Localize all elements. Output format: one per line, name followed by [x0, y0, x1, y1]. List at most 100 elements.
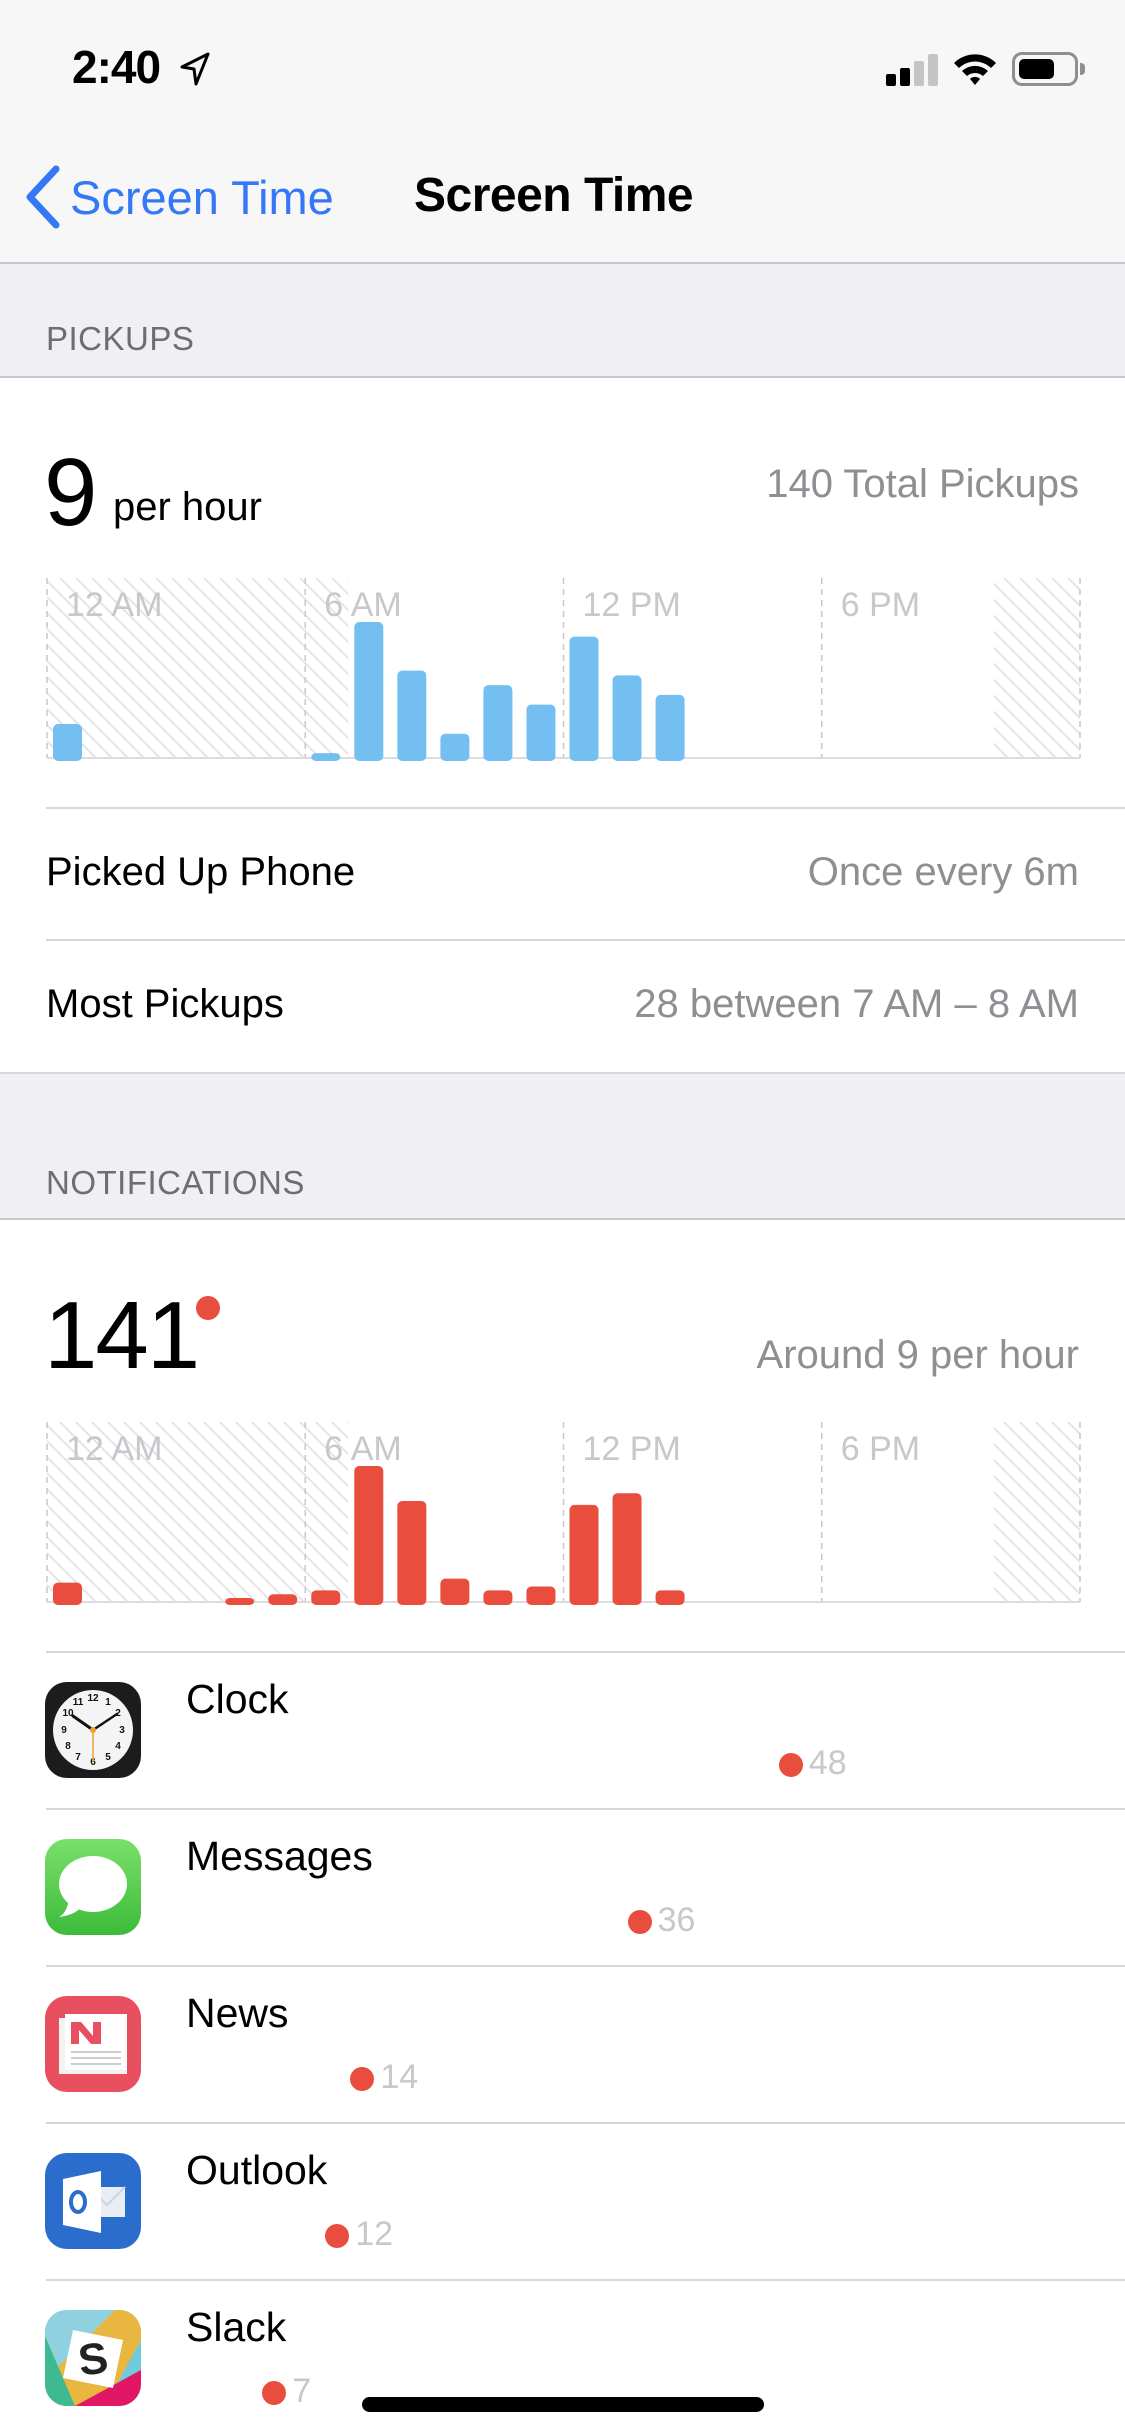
notification-dot-icon	[196, 1296, 220, 1320]
tick-label: 12 AM	[66, 586, 162, 624]
bar-hour-12[interactable]	[569, 1504, 599, 1605]
app-row-clock[interactable]: 121234567891011 Clock48	[0, 1652, 1125, 1809]
notifications-chart: 12 AM 6 AM 12 PM 6 PM	[0, 1410, 1125, 1610]
wifi-icon	[954, 54, 996, 85]
bar-hour-10[interactable]	[483, 1590, 513, 1605]
slack-app-icon: S	[45, 2310, 141, 2406]
notification-count: 12	[355, 2215, 394, 2253]
back-button-label: Screen Time	[70, 170, 334, 224]
app-name: Outlook	[186, 2147, 328, 2193]
notifications-rate: Around 9 per hour	[756, 1333, 1079, 1377]
tick-label: 6 PM	[841, 586, 920, 624]
bar-hour-13[interactable]	[612, 1493, 642, 1605]
app-name: Messages	[186, 1833, 373, 1879]
most-pickups-row: Most Pickups 28 between 7 AM – 8 AM	[0, 942, 1125, 1072]
clock-app-icon: 121234567891011	[45, 1682, 141, 1778]
total-pickups: 140 Total Pickups	[766, 462, 1079, 506]
divider	[46, 807, 1125, 809]
back-button[interactable]: Screen Time	[24, 162, 334, 232]
pickups-section-header: PICKUPS	[0, 264, 1125, 378]
bar-hour-7[interactable]	[354, 1466, 384, 1605]
notification-dot-icon	[350, 2067, 375, 2091]
tick-label: 6 AM	[324, 1430, 401, 1468]
notification-dot-icon	[325, 2224, 350, 2248]
bar-hour-8[interactable]	[397, 670, 427, 761]
bar-hour-14[interactable]	[655, 694, 685, 761]
bar-hour-0[interactable]	[53, 1582, 82, 1605]
messages-app-icon	[45, 1839, 141, 1935]
bar-hour-6[interactable]	[311, 1590, 341, 1605]
notification-count: 14	[380, 2058, 419, 2096]
svg-text:9: 9	[61, 1725, 67, 1736]
bar-hour-9[interactable]	[440, 733, 470, 761]
svg-text:3: 3	[119, 1725, 125, 1736]
navigation-bar: 2:40 Screen Time Screen Time	[0, 0, 1125, 264]
tick-label: 6 PM	[841, 1430, 920, 1468]
svg-text:8: 8	[65, 1741, 71, 1752]
pickups-header-label: PICKUPS	[46, 320, 195, 357]
svg-text:7: 7	[75, 1752, 81, 1763]
stat-label: Most Pickups	[46, 982, 284, 1026]
bar-hour-7[interactable]	[354, 622, 384, 761]
pickups-rate-value: 9	[44, 439, 97, 546]
svg-text:11: 11	[73, 1697, 84, 1708]
svg-text:5: 5	[105, 1752, 111, 1763]
app-row-slack[interactable]: S Slack 7	[0, 2280, 1125, 2436]
svg-text:4: 4	[115, 1741, 121, 1752]
bar-hour-8[interactable]	[397, 1500, 427, 1605]
notifications-header-label: NOTIFICATIONS	[46, 1164, 305, 1201]
bar-hour-6[interactable]	[311, 753, 341, 761]
picked-up-phone-row: Picked Up Phone Once every 6m	[0, 810, 1125, 940]
app-row-news[interactable]: News 14	[0, 1966, 1125, 2123]
home-indicator[interactable]	[362, 2397, 764, 2412]
downtime-region	[993, 1422, 1080, 1602]
bar-hour-14[interactable]	[655, 1590, 685, 1605]
svg-text:10: 10	[62, 1708, 74, 1719]
battery-level	[1019, 59, 1055, 79]
tick-label: 6 AM	[324, 586, 401, 624]
svg-text:1: 1	[105, 1697, 111, 1708]
stat-value: Once every 6m	[807, 850, 1079, 894]
bar-hour-4[interactable]	[225, 1598, 255, 1605]
bar-hour-11[interactable]	[526, 1586, 556, 1605]
notifications-section-header: NOTIFICATIONS	[0, 1072, 1125, 1220]
notification-dot-icon	[778, 1753, 803, 1777]
app-name: News	[186, 1990, 289, 2036]
page-title: Screen Time	[414, 169, 694, 222]
app-name: Slack	[186, 2304, 287, 2350]
battery-icon	[1012, 52, 1078, 86]
bar-hour-5[interactable]	[268, 1594, 298, 1605]
status-time: 2:40	[72, 41, 161, 93]
bar-hour-12[interactable]	[569, 636, 599, 761]
bar-hour-10[interactable]	[483, 685, 513, 761]
app-name: Clock	[186, 1676, 289, 1722]
bar-hour-9[interactable]	[440, 1578, 470, 1605]
pickups-chart: 12 AM 6 AM 12 PM 6 PM	[0, 566, 1125, 766]
outlook-app-icon	[45, 2153, 141, 2249]
svg-text:12: 12	[87, 1693, 99, 1704]
app-row-outlook[interactable]: Outlook 12	[0, 2123, 1125, 2280]
pickups-rate-unit: per hour	[113, 485, 262, 529]
bar-hour-11[interactable]	[526, 704, 556, 761]
stat-label: Picked Up Phone	[46, 850, 356, 894]
app-row-messages[interactable]: Messages 36	[0, 1809, 1125, 1966]
notification-count: 48	[808, 1744, 847, 1782]
chart-svg: 12 AM 6 AM 12 PM 6 PM	[46, 578, 1081, 761]
notifications-total: 141	[44, 1282, 200, 1389]
tick-label: 12 PM	[583, 1430, 681, 1468]
cellular-signal-icon	[886, 54, 938, 86]
chart-svg: 12 AM 6 AM 12 PM 6 PM	[46, 1422, 1081, 1605]
notification-dot-icon	[262, 2381, 287, 2405]
bar-hour-0[interactable]	[53, 724, 82, 761]
notification-count: 36	[657, 1901, 696, 1939]
notification-dot-icon	[627, 1910, 652, 1934]
stat-value: 28 between 7 AM – 8 AM	[634, 982, 1079, 1026]
divider	[46, 939, 1125, 941]
bar-hour-13[interactable]	[612, 675, 642, 761]
battery-tip	[1080, 63, 1085, 75]
downtime-region	[993, 578, 1080, 758]
location-arrow-icon	[180, 52, 210, 86]
notification-count: 7	[292, 2372, 312, 2410]
tick-label: 12 AM	[66, 1430, 162, 1468]
tick-label: 12 PM	[583, 586, 681, 624]
